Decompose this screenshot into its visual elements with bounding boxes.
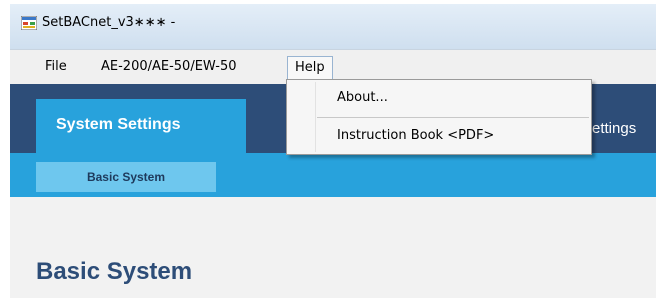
page-heading: Basic System	[36, 258, 193, 285]
menu-separator	[317, 117, 589, 118]
tab-settings-partial[interactable]: ettings	[592, 120, 636, 137]
tab-system-settings-label: System Settings	[56, 116, 181, 133]
tab-system-settings[interactable]: System Settings	[36, 99, 246, 153]
window-title: SetBACnet_v3∗∗∗ -	[42, 15, 176, 30]
subtab-basic-system-label: Basic System	[86, 170, 166, 184]
menu-item-about[interactable]: About...	[287, 84, 591, 112]
menu-item-instruction-book-label: Instruction Book <PDF>	[337, 128, 495, 143]
subtab-basic-system[interactable]: Basic System	[36, 162, 216, 192]
menu-help[interactable]: Help	[287, 56, 333, 79]
app-icon	[21, 16, 37, 30]
menu-item-instruction-book[interactable]: Instruction Book <PDF>	[287, 122, 591, 150]
menu-ae-200[interactable]: AE-200/AE-50/EW-50	[94, 56, 243, 78]
title-bar: SetBACnet_v3∗∗∗ -	[10, 4, 656, 49]
help-dropdown-menu: About... Instruction Book <PDF>	[286, 79, 592, 155]
menu-item-about-label: About...	[337, 90, 388, 105]
menu-file[interactable]: File	[38, 56, 74, 78]
